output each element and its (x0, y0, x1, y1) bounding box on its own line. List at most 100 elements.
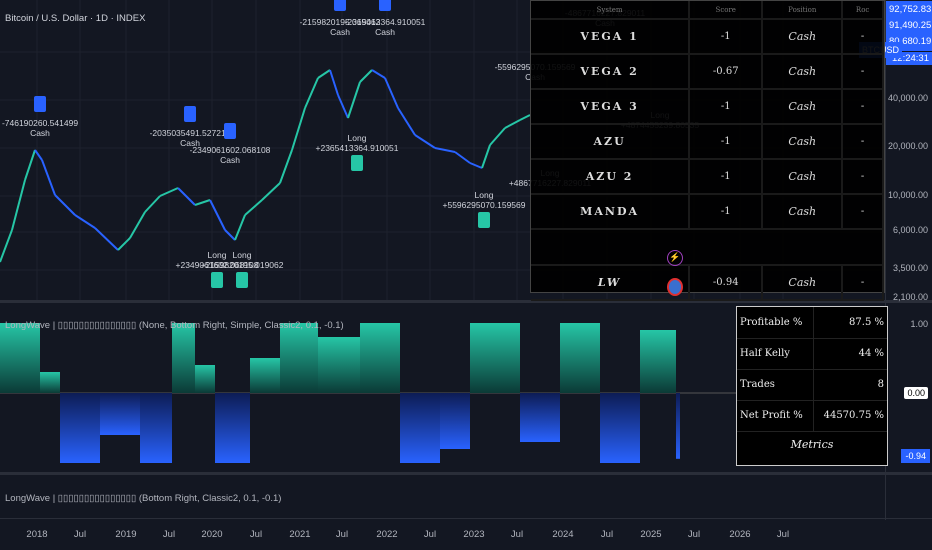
price-label: 3,500.00 (892, 263, 928, 273)
exit-annotation[interactable]: -746190260.541499 Cash (2, 118, 78, 138)
annotation-text: Long (474, 190, 494, 200)
system-position: Cash (762, 54, 844, 90)
time-label: Jul (249, 529, 263, 540)
lightning-icon[interactable]: ⚡ (667, 250, 683, 266)
exit-annotation[interactable]: -2365413364.910051 Cash (345, 17, 426, 37)
price-line-segment (94, 227, 119, 251)
bull-bar (560, 323, 600, 393)
flag-icon[interactable] (667, 278, 683, 296)
system-score: -1 (689, 89, 764, 125)
system-name: AZU 2 (531, 159, 691, 195)
table-row: VEGA 2 -0.67 Cash - (531, 54, 884, 90)
exit-marker[interactable] (334, 0, 346, 11)
bull-bar (640, 330, 676, 393)
exit-annotation[interactable]: -2349061602.068108 Cash (190, 145, 271, 165)
price-line-segment (194, 199, 211, 206)
price-line-segment (54, 194, 76, 216)
time-label: Jul (510, 529, 524, 540)
exit-marker[interactable] (379, 0, 391, 11)
annotation-text: -2365413364.910051 (344, 17, 426, 27)
price-line-segment (329, 69, 339, 96)
system-name: LW (531, 265, 691, 301)
price-line-segment (414, 134, 436, 149)
price-line-segment (454, 151, 471, 164)
system-position: Cash (762, 265, 844, 301)
annotation-text: -746190260.541499 (1, 118, 79, 128)
osc-zero-label: 0.00 (904, 387, 928, 399)
system-name: VEGA 2 (531, 54, 691, 90)
price-line-segment (519, 114, 531, 121)
time-axis[interactable]: 2018 Jul 2019 Jul 2020 Jul 2021 Jul 2022 Jul 2023 J… (0, 519, 885, 550)
time-label: 2019 (115, 529, 137, 540)
bear-bar (440, 393, 470, 449)
symbol-title: Bitcoin / U.S. Dollar · 1D · INDEX (5, 13, 146, 24)
pane-divider[interactable] (0, 472, 932, 475)
annotation-sub: Cash (30, 128, 50, 138)
price-line-segment (244, 199, 263, 216)
time-label: Jul (776, 529, 790, 540)
entry-marker[interactable] (478, 212, 490, 228)
time-label: 2020 (201, 529, 223, 540)
price-line-segment (337, 94, 349, 119)
prev-price: 91,490.25 (889, 20, 932, 31)
price-line-segment (0, 229, 13, 263)
long-annotation[interactable]: Long +2365413364.910051 (316, 133, 399, 153)
entry-marker[interactable] (351, 155, 363, 171)
system-roc: - (842, 194, 884, 230)
bull-bar (172, 323, 195, 393)
metric-value: 44570.75 % (812, 400, 887, 432)
annotation-sub: Cash (220, 155, 240, 165)
system-roc: - (842, 89, 884, 125)
long-annotation[interactable]: Long +5596295070.159569 (443, 190, 526, 210)
time-label: Jul (73, 529, 87, 540)
metrics-table: Profitable % 87.5 % Half Kelly 44 % Trades 8 N… (736, 306, 888, 466)
long-annotation[interactable]: Long +2159820195.019062 (201, 250, 284, 270)
metric-value: 8 (812, 369, 887, 401)
metric-value: 44 % (812, 338, 887, 370)
system-roc: - (842, 19, 884, 55)
bull-bar (318, 337, 360, 393)
time-label: Jul (600, 529, 614, 540)
entry-marker[interactable] (236, 272, 248, 288)
system-name: VEGA 1 (531, 19, 691, 55)
bull-bar (360, 323, 400, 393)
annotation-sub: +5596295070.159569 (442, 200, 526, 210)
metric-row: Profitable % 87.5 % (737, 307, 887, 339)
time-label: 2022 (376, 529, 398, 540)
header-roc: Roc (842, 1, 884, 20)
price-line-segment (234, 214, 246, 241)
annotation-sub: +2365413364.910051 (315, 143, 399, 153)
exit-marker[interactable] (34, 96, 46, 112)
entry-marker[interactable] (211, 272, 223, 288)
time-label: 2026 (729, 529, 751, 540)
price-line-segment (291, 107, 306, 151)
annotation-text: -2035035491.527216 (149, 128, 231, 138)
exit-marker[interactable] (224, 123, 236, 139)
system-name: AZU (531, 124, 691, 160)
system-name: VEGA 3 (531, 89, 691, 125)
time-label: 2018 (26, 529, 48, 540)
price-axis[interactable]: 92,752.83 91,490.25 80,680.19 12:24:31 4… (885, 0, 932, 520)
system-position: Cash (762, 89, 844, 125)
spacer-row (531, 229, 884, 266)
exit-marker[interactable] (184, 106, 196, 122)
system-position: Cash (762, 124, 844, 160)
price-line-segment (279, 149, 293, 184)
system-position: Cash (762, 159, 844, 195)
osc-label: 1.00 (910, 319, 928, 329)
price-line-segment (434, 147, 456, 153)
annotation-sub: +2159820195.019062 (200, 260, 284, 270)
system-position: Cash (762, 19, 844, 55)
system-score: -0.67 (689, 54, 764, 90)
time-label: 2021 (289, 529, 311, 540)
high-price: 92,752.83 (889, 4, 932, 15)
time-label: Jul (162, 529, 176, 540)
price-line-segment (489, 127, 506, 146)
price-label: 40,000.00 (887, 93, 928, 103)
system-score: -1 (689, 159, 764, 195)
bear-bar (400, 393, 440, 463)
price-label: 20,000.00 (887, 141, 928, 151)
metric-label: Trades (737, 369, 814, 401)
system-score: -1 (689, 194, 764, 230)
system-position: Cash (762, 194, 844, 230)
